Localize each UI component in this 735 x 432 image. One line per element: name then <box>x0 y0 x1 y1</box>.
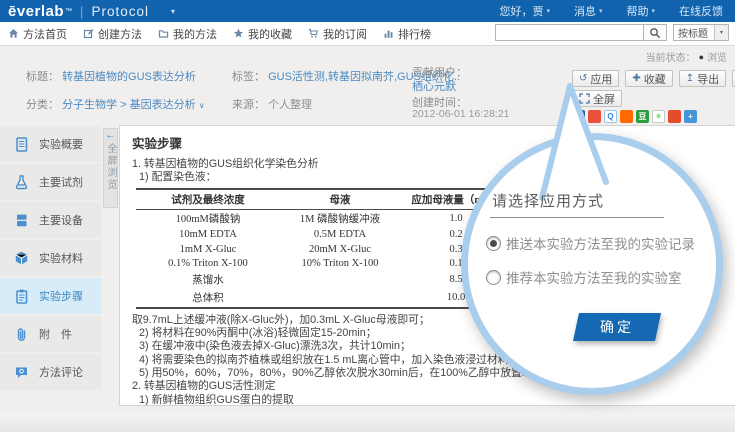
radio-unselected-icon[interactable] <box>486 270 501 285</box>
popup-title: 请选择应用方式 <box>492 190 604 211</box>
popup-divider <box>490 217 664 218</box>
radio-selected-icon[interactable] <box>486 236 501 251</box>
apply-popup: 请选择应用方式 推送本实验方法至我的实验记录 推荐本实验方法至我的实验室 确定 <box>0 0 735 432</box>
confirm-button[interactable]: 确定 <box>573 313 661 341</box>
option-push-to-records[interactable]: 推送本实验方法至我的实验记录 <box>486 233 695 253</box>
option-recommend-to-lab[interactable]: 推荐本实验方法至我的实验室 <box>486 267 682 287</box>
